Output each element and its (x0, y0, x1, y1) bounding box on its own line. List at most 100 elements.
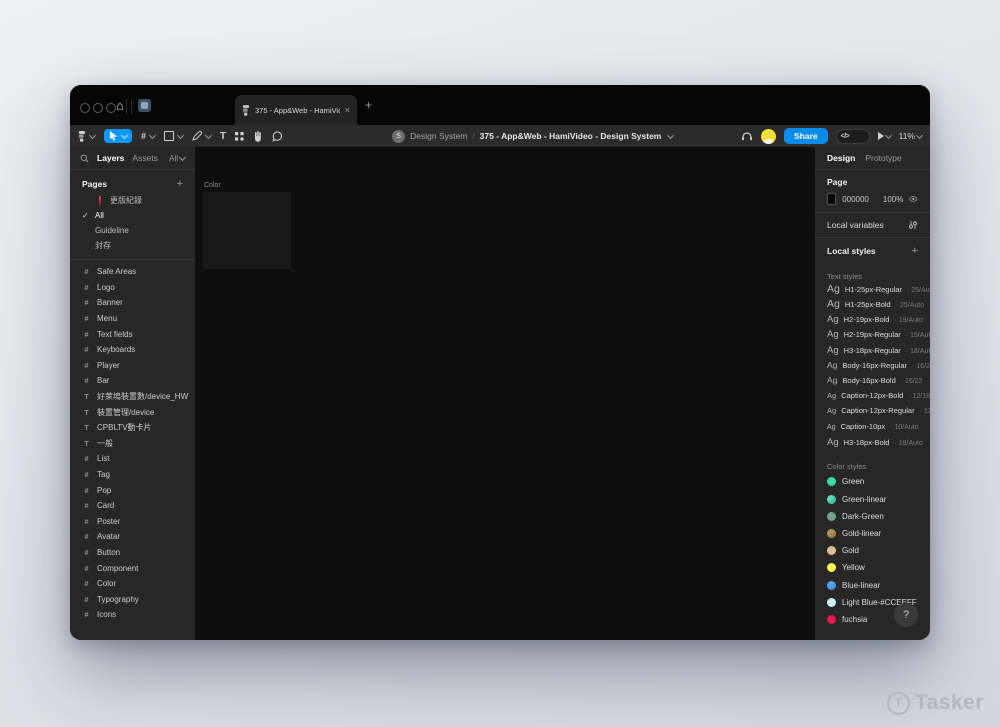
color-style-name: Dark-Green (842, 512, 884, 521)
color-style-item[interactable]: Dark-Green (815, 508, 930, 525)
layer-item[interactable]: #List (70, 451, 195, 467)
style-name: Body-16px-Regular (842, 361, 907, 370)
traffic-light-zoom[interactable] (106, 103, 116, 113)
page-item[interactable]: Guideline (70, 223, 195, 238)
home-icon[interactable]: ⌂ (116, 97, 124, 114)
style-name: H2-19px-Regular (844, 330, 901, 339)
actions-tool-button[interactable] (235, 132, 244, 141)
shape-tool-button[interactable] (164, 131, 183, 141)
dev-mode-toggle[interactable]: </> (836, 129, 870, 144)
file-browser-tab-icon[interactable] (138, 99, 151, 112)
layer-item[interactable]: #Bar (70, 373, 195, 389)
user-avatar[interactable] (761, 129, 776, 144)
text-style-item[interactable]: AgBody-16px-Regular· 16/22 (815, 360, 930, 375)
frame-tool-button[interactable]: # (141, 131, 155, 141)
text-style-item[interactable]: AgH2-19px-Bold· 19/Auto (815, 314, 930, 329)
breadcrumb-team[interactable]: Design System (410, 131, 467, 141)
layer-item[interactable]: #Banner (70, 295, 195, 311)
traffic-light-minimize[interactable] (93, 103, 103, 113)
tab-layers[interactable]: Layers (97, 153, 124, 163)
canvas-frame-color[interactable]: Color (203, 192, 291, 269)
layer-item[interactable]: #Menu (70, 311, 195, 327)
text-tool-button[interactable]: T (220, 131, 226, 142)
layer-item[interactable]: #Text fields (70, 326, 195, 342)
color-style-item[interactable]: Gold-linear (815, 525, 930, 542)
page-color-swatch[interactable] (827, 193, 836, 205)
style-meta: · 19/Auto (894, 317, 922, 324)
tab-prototype[interactable]: Prototype (865, 153, 901, 163)
layer-item[interactable]: #Component (70, 560, 195, 576)
layer-item[interactable]: #Player (70, 358, 195, 374)
main-menu-button[interactable] (78, 131, 95, 142)
frame-label[interactable]: Color (204, 182, 221, 189)
active-file-tab[interactable]: 375 - App&Web - HamiVideo - Des × (235, 95, 357, 125)
tab-design[interactable]: Design (827, 153, 855, 163)
layer-label: Keyboards (97, 345, 135, 354)
layer-item[interactable]: #Avatar (70, 529, 195, 545)
tab-assets[interactable]: Assets (132, 153, 158, 163)
avatar-face (764, 139, 773, 144)
color-style-item[interactable]: Gold (815, 542, 930, 559)
color-style-item[interactable]: Green-linear (815, 490, 930, 507)
cursor-icon (109, 131, 118, 141)
color-swatch (827, 598, 836, 607)
hand-tool-button[interactable] (253, 131, 263, 142)
layer-item[interactable]: T裝置管理/device (70, 404, 195, 420)
page-item[interactable]: ✓All (70, 208, 195, 223)
pen-tool-button[interactable] (192, 131, 211, 141)
zoom-menu[interactable]: 11% (899, 131, 922, 141)
page-item[interactable]: 封存 (70, 238, 195, 253)
text-style-item[interactable]: AgCaption-10px· 10/Auto (815, 422, 930, 437)
text-style-item[interactable]: AgCaption-12px-Regular· 12/18 (815, 406, 930, 421)
layer-item[interactable]: #Tag (70, 467, 195, 483)
text-style-item[interactable]: AgH3-18px-Regular· 18/Auto (815, 345, 930, 360)
layer-item[interactable]: #Safe Areas (70, 264, 195, 280)
breadcrumb-file-name[interactable]: 375 - App&Web - HamiVideo - Design Syste… (480, 131, 662, 141)
layer-item[interactable]: #Card (70, 498, 195, 514)
chevron-down-icon[interactable] (667, 131, 674, 138)
layer-item[interactable]: T好萊塢裝置數/device_HW (70, 389, 195, 405)
audio-headphones-icon[interactable] (741, 131, 753, 141)
canvas[interactable]: Color (195, 147, 815, 640)
layer-item[interactable]: #Keyboards (70, 342, 195, 358)
page-item[interactable]: ❗更版紀錄 (70, 193, 195, 208)
present-button[interactable] (878, 132, 891, 140)
share-button[interactable]: Share (784, 128, 828, 144)
layer-item[interactable]: #Button (70, 545, 195, 561)
new-tab-button[interactable]: + (365, 98, 372, 112)
page-color-opacity[interactable]: 100% (883, 195, 903, 204)
layer-item[interactable]: #Logo (70, 280, 195, 296)
add-style-button[interactable]: + (912, 245, 918, 257)
tab-close-icon[interactable]: × (345, 105, 350, 115)
text-style-item[interactable]: AgCaption-12px-Bold· 12/18 (815, 391, 930, 406)
layer-item[interactable]: #Color (70, 576, 195, 592)
variables-icon[interactable] (908, 220, 918, 230)
layer-item[interactable]: #Pop (70, 482, 195, 498)
frame-icon: # (82, 361, 91, 370)
color-style-item[interactable]: Green (815, 473, 930, 490)
add-page-button[interactable]: + (177, 178, 183, 190)
style-meta: · 18/Auto (906, 348, 930, 355)
layer-item[interactable]: #Typography (70, 591, 195, 607)
color-style-item[interactable]: Yellow (815, 559, 930, 576)
color-style-item[interactable]: Blue-linear (815, 576, 930, 593)
text-style-item[interactable]: AgBody-16px-Bold· 16/22 (815, 375, 930, 390)
eye-icon[interactable] (909, 195, 918, 203)
layers-filter-dropdown[interactable]: All (169, 154, 185, 163)
search-icon[interactable] (80, 154, 89, 163)
team-avatar[interactable]: S (392, 130, 405, 143)
comment-tool-button[interactable] (272, 131, 283, 142)
text-style-item[interactable]: AgH1-25px-Bold· 25/Auto (815, 298, 930, 313)
text-style-item[interactable]: AgH2-19px-Regular· 19/Auto (815, 329, 930, 344)
local-variables-section[interactable]: Local variables (815, 213, 930, 238)
page-color-hex[interactable]: 000000 (842, 195, 869, 204)
layer-item[interactable]: T一般 (70, 436, 195, 452)
text-style-item[interactable]: AgH3-18px-Bold· 18/Auto (815, 437, 930, 452)
layer-item[interactable]: TCPBLTV動卡片 (70, 420, 195, 436)
help-button[interactable]: ? (894, 603, 918, 627)
layer-item[interactable]: #Poster (70, 514, 195, 530)
traffic-light-close[interactable] (80, 103, 90, 113)
move-tool-button[interactable] (104, 129, 132, 143)
layer-item[interactable]: #Icons (70, 607, 195, 623)
text-style-item[interactable]: AgH1-25px-Regular· 25/Auto (815, 283, 930, 298)
